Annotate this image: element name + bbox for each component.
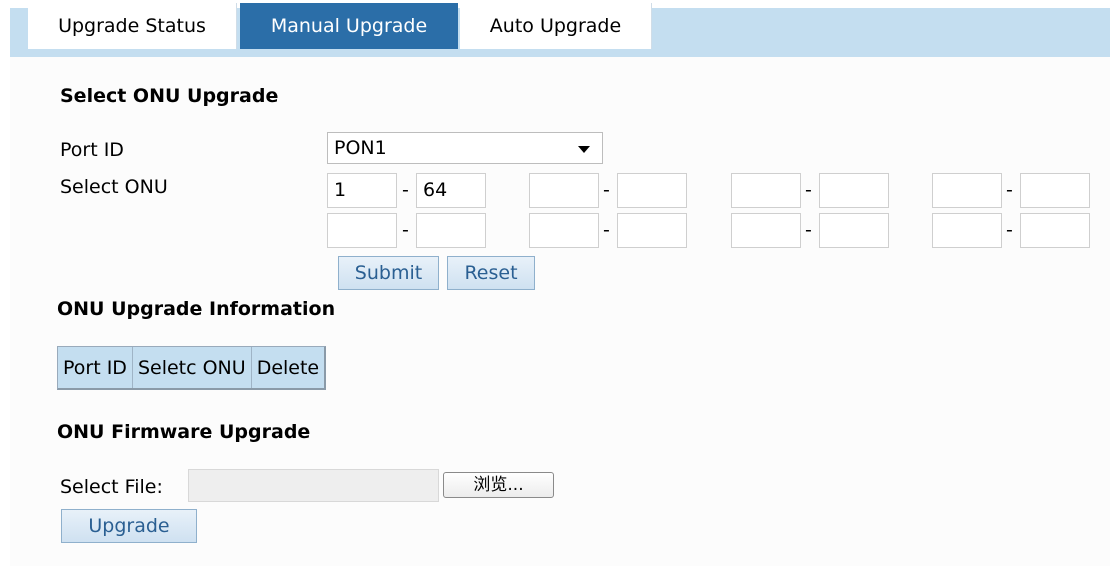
port-id-label: Port ID	[60, 139, 124, 161]
onu-to-input[interactable]	[617, 213, 687, 248]
chevron-down-icon	[578, 146, 590, 153]
column-header-port-id: Port ID	[58, 347, 133, 388]
onu-from-input[interactable]	[529, 213, 599, 248]
onu-to-input[interactable]	[617, 173, 687, 208]
upgrade-info-title: ONU Upgrade Information	[57, 298, 336, 320]
reset-button[interactable]: Reset	[447, 256, 535, 290]
select-file-label: Select File:	[60, 476, 163, 498]
onu-from-input[interactable]: 1	[327, 173, 397, 208]
onu-from-input[interactable]	[731, 173, 801, 208]
column-header-select-onu: Seletc ONU	[133, 347, 252, 388]
select-onu-title: Select ONU Upgrade	[60, 85, 279, 107]
port-id-select[interactable]: PON1	[327, 132, 603, 164]
column-header-delete: Delete	[256, 357, 320, 379]
tab-upgrade-status[interactable]: Upgrade Status	[28, 3, 237, 49]
onu-from-input[interactable]	[932, 213, 1002, 248]
onu-to-input[interactable]	[416, 213, 486, 248]
range-dash: -	[1006, 219, 1013, 241]
range-dash: -	[603, 179, 610, 201]
range-dash: -	[603, 219, 610, 241]
range-dash: -	[805, 219, 812, 241]
submit-button[interactable]: Submit	[338, 256, 439, 290]
onu-to-input[interactable]: 64	[416, 173, 486, 208]
onu-from-input[interactable]	[731, 213, 801, 248]
range-dash: -	[805, 179, 812, 201]
onu-to-input[interactable]	[819, 213, 889, 248]
upgrade-info-table-header: Port ID Seletc ONU Delete	[57, 346, 327, 390]
onu-from-input[interactable]	[932, 173, 1002, 208]
range-dash: -	[402, 219, 409, 241]
firmware-upgrade-title: ONU Firmware Upgrade	[57, 421, 311, 443]
tab-manual-upgrade[interactable]: Manual Upgrade	[240, 3, 458, 49]
browse-button[interactable]: 浏览...	[443, 472, 554, 498]
tab-auto-upgrade[interactable]: Auto Upgrade	[460, 3, 652, 49]
onu-to-input[interactable]	[1020, 173, 1090, 208]
onu-to-input[interactable]	[1020, 213, 1090, 248]
port-id-value: PON1	[334, 137, 387, 159]
onu-from-input[interactable]	[529, 173, 599, 208]
upgrade-button[interactable]: Upgrade	[61, 509, 197, 543]
file-path-field[interactable]	[188, 469, 439, 502]
onu-from-input[interactable]	[327, 213, 397, 248]
range-dash: -	[1006, 179, 1013, 201]
select-onu-label: Select ONU	[60, 176, 168, 198]
range-dash: -	[402, 179, 409, 201]
onu-to-input[interactable]	[819, 173, 889, 208]
